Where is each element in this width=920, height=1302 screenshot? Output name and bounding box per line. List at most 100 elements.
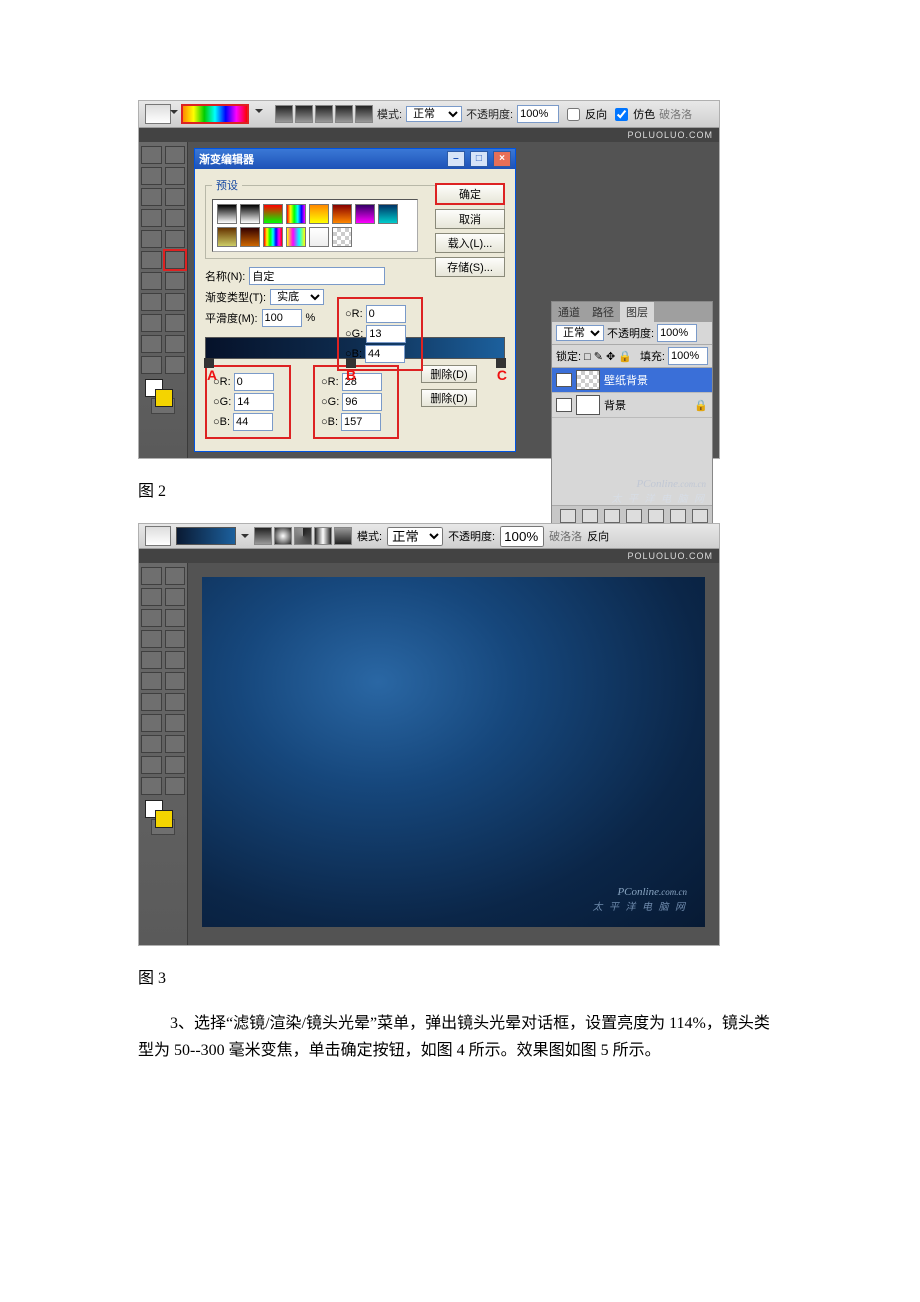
stop-c-r-input[interactable] bbox=[366, 305, 406, 323]
tab-channels[interactable]: 通道 bbox=[552, 302, 586, 322]
visibility-icon[interactable] bbox=[556, 373, 572, 387]
gradient-tool-icon[interactable] bbox=[165, 251, 186, 269]
stop-a-r-input[interactable] bbox=[234, 373, 274, 391]
layer-row-2[interactable]: 背景 🔒 bbox=[552, 393, 712, 418]
gradient-tool-icon[interactable] bbox=[165, 672, 186, 690]
close-icon[interactable]: × bbox=[493, 151, 511, 167]
eraser-tool-icon[interactable] bbox=[141, 672, 162, 690]
gradient-type-select[interactable]: 实底 bbox=[270, 289, 324, 305]
fill-input[interactable] bbox=[668, 347, 708, 365]
wand-tool-icon[interactable] bbox=[165, 588, 186, 606]
stop-a-g-input[interactable] bbox=[234, 393, 274, 411]
move-tool-icon[interactable] bbox=[165, 567, 186, 585]
stamp-tool-icon[interactable] bbox=[141, 651, 162, 669]
visibility-icon[interactable] bbox=[556, 398, 572, 412]
slice-tool-icon[interactable] bbox=[165, 188, 186, 206]
history-brush-tool-icon[interactable] bbox=[165, 651, 186, 669]
minimize-icon[interactable]: – bbox=[447, 151, 465, 167]
layer-row-1[interactable]: 壁纸背景 bbox=[552, 368, 712, 393]
marquee-tool-icon[interactable] bbox=[141, 146, 162, 164]
smoothness-input[interactable] bbox=[262, 309, 302, 327]
delete-stop-button-2[interactable]: 删除(D) bbox=[421, 389, 477, 407]
figure-2-caption: 图 3 bbox=[138, 964, 782, 988]
heal-tool-icon[interactable] bbox=[141, 209, 162, 227]
tool-preset-button[interactable] bbox=[145, 104, 171, 124]
pen-tool-icon[interactable] bbox=[141, 714, 162, 732]
dodge-tool-icon[interactable] bbox=[165, 272, 186, 290]
eraser-tool-icon[interactable] bbox=[141, 251, 162, 269]
foreground-background-swatch[interactable] bbox=[141, 377, 185, 405]
lasso-tool-icon[interactable] bbox=[141, 588, 162, 606]
stop-b-g-input[interactable] bbox=[342, 393, 382, 411]
crop-tool-icon[interactable] bbox=[141, 188, 162, 206]
maximize-icon[interactable]: □ bbox=[470, 151, 488, 167]
lock-icon: 🔒 bbox=[694, 399, 708, 412]
dialog-title: 渐变编辑器 bbox=[199, 151, 254, 167]
shape-tool-icon[interactable] bbox=[165, 735, 186, 753]
dither-checkbox[interactable]: 仿色 bbox=[611, 105, 655, 124]
gradient-preview[interactable] bbox=[181, 104, 249, 124]
type-tool-icon[interactable] bbox=[165, 714, 186, 732]
crop-tool-icon[interactable] bbox=[141, 609, 162, 627]
gradient-dropdown-icon[interactable] bbox=[253, 108, 263, 120]
move-tool-icon[interactable] bbox=[165, 146, 186, 164]
tab-paths[interactable]: 路径 bbox=[586, 302, 620, 322]
stop-a-b-input[interactable] bbox=[233, 413, 273, 431]
stamp-tool-icon[interactable] bbox=[141, 230, 162, 248]
hand-tool-icon[interactable] bbox=[141, 777, 162, 795]
path-tool-icon[interactable] bbox=[141, 314, 162, 332]
gradient-type-buttons[interactable] bbox=[254, 527, 352, 545]
layer-opacity-input[interactable] bbox=[657, 324, 697, 342]
dialog-titlebar: 渐变编辑器 – □ × bbox=[195, 149, 515, 169]
cancel-button[interactable]: 取消 bbox=[435, 209, 505, 229]
brush-tool-icon[interactable] bbox=[165, 209, 186, 227]
preset-grid[interactable] bbox=[212, 199, 418, 252]
mode-select[interactable]: 正常 bbox=[406, 106, 462, 122]
wand-tool-icon[interactable] bbox=[165, 167, 186, 185]
opacity-input[interactable] bbox=[517, 105, 559, 123]
hand-tool-icon[interactable] bbox=[141, 356, 162, 374]
gradient-preview[interactable] bbox=[176, 527, 236, 545]
gradient-type-buttons[interactable] bbox=[275, 105, 373, 123]
gradient-name-input[interactable] bbox=[249, 267, 385, 285]
lock-icons[interactable]: □ ✎ ✥ 🔒 bbox=[584, 350, 632, 363]
zoom-tool-icon[interactable] bbox=[165, 777, 186, 795]
gradient-dropdown-icon[interactable] bbox=[241, 534, 249, 542]
marquee-tool-icon[interactable] bbox=[141, 567, 162, 585]
blend-mode-select[interactable]: 正常 bbox=[556, 325, 604, 341]
heal-tool-icon[interactable] bbox=[141, 630, 162, 648]
zoom-tool-icon[interactable] bbox=[165, 356, 186, 374]
pen-tool-icon[interactable] bbox=[141, 293, 162, 311]
ok-button[interactable]: 确定 bbox=[435, 183, 505, 205]
blur-tool-icon[interactable] bbox=[141, 272, 162, 290]
brush-tool-icon[interactable] bbox=[165, 630, 186, 648]
blur-tool-icon[interactable] bbox=[141, 693, 162, 711]
eyedropper-tool-icon[interactable] bbox=[165, 756, 186, 774]
layers-panel: 通道 路径 图层 正常 不透明度: 锁定: □ ✎ ✥ 🔒 填充: bbox=[551, 301, 713, 527]
tool-preset-button[interactable] bbox=[145, 526, 171, 546]
foreground-background-swatch[interactable] bbox=[141, 798, 185, 826]
history-brush-tool-icon[interactable] bbox=[165, 230, 186, 248]
stop-b-b-input[interactable] bbox=[341, 413, 381, 431]
opacity-input[interactable] bbox=[500, 526, 544, 547]
lasso-tool-icon[interactable] bbox=[141, 167, 162, 185]
eyedropper-tool-icon[interactable] bbox=[165, 335, 186, 353]
reverse-label: 反向 bbox=[587, 528, 609, 544]
stop-c-b-input[interactable] bbox=[365, 345, 405, 363]
shape-tool-icon[interactable] bbox=[165, 314, 186, 332]
canvas[interactable]: PConline.com.cn 太 平 洋 电 脑 网 bbox=[202, 577, 705, 927]
layers-tabs[interactable]: 通道 路径 图层 bbox=[552, 302, 712, 322]
notes-tool-icon[interactable] bbox=[141, 335, 162, 353]
mode-select[interactable]: 正常 bbox=[387, 527, 443, 546]
path-tool-icon[interactable] bbox=[141, 735, 162, 753]
save-button[interactable]: 存储(S)... bbox=[435, 257, 505, 277]
type-tool-icon[interactable] bbox=[165, 293, 186, 311]
reverse-checkbox[interactable]: 反向 bbox=[563, 105, 607, 124]
stop-c-g-input[interactable] bbox=[366, 325, 406, 343]
load-button[interactable]: 载入(L)... bbox=[435, 233, 505, 253]
dodge-tool-icon[interactable] bbox=[165, 693, 186, 711]
slice-tool-icon[interactable] bbox=[165, 609, 186, 627]
notes-tool-icon[interactable] bbox=[141, 756, 162, 774]
tab-layers[interactable]: 图层 bbox=[620, 302, 654, 322]
delete-stop-button-1[interactable]: 删除(D) bbox=[421, 365, 477, 383]
